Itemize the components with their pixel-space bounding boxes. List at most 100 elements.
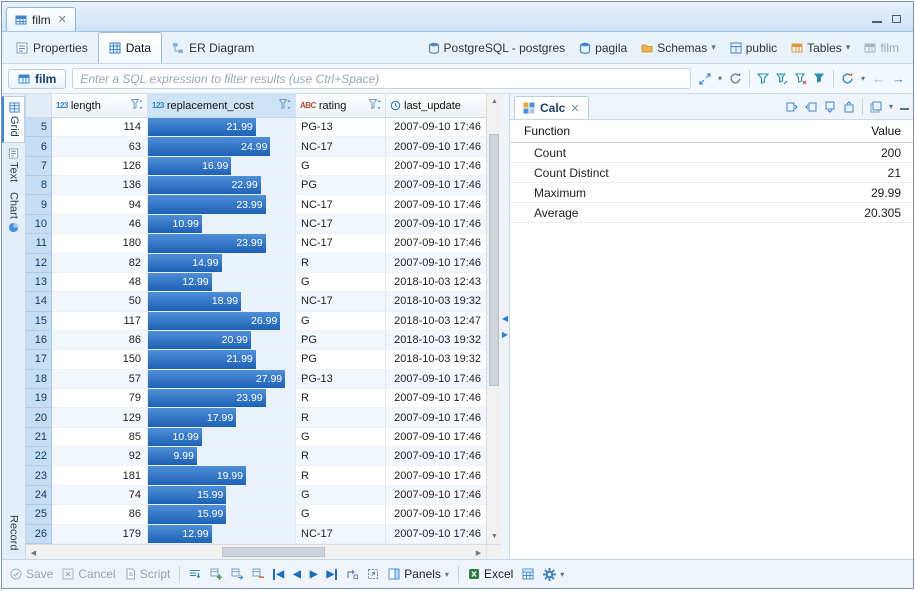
cell-rating[interactable]: G (296, 312, 386, 331)
cell-last-update[interactable]: 2007-09-10 17:46 (386, 370, 486, 389)
scroll-left-icon[interactable]: ◀ (26, 545, 41, 560)
cell-rating[interactable]: NC-17 (296, 195, 386, 214)
cell-rating[interactable]: NC-17 (296, 292, 386, 311)
cell-length[interactable]: 86 (52, 331, 148, 350)
script-button[interactable]: Script (125, 567, 171, 581)
chevron-down-icon[interactable]: ▾ (861, 74, 865, 83)
collapse-left-icon[interactable]: ◀ (502, 315, 508, 323)
cell-last-update[interactable]: 2018-10-03 12:47 (386, 312, 486, 331)
forward-arrow-icon[interactable]: → (892, 71, 905, 86)
cell-replacement-cost[interactable]: 23.99 (148, 234, 296, 253)
corner-header[interactable] (26, 94, 52, 117)
cell-last-update[interactable]: 2007-09-10 17:46 (386, 234, 486, 253)
cell-replacement-cost[interactable]: 18.99 (148, 292, 296, 311)
sort-filter-icon[interactable] (279, 99, 291, 113)
cell-length[interactable]: 48 (52, 273, 148, 292)
cell-rating[interactable]: R (296, 447, 386, 466)
chevron-down-icon[interactable]: ▾ (718, 74, 722, 83)
detach-panel-icon[interactable] (870, 101, 882, 113)
side-tab-chart[interactable]: Chart (2, 187, 25, 238)
cell-replacement-cost[interactable]: 19.99 (148, 466, 296, 485)
cell-replacement-cost[interactable]: 15.99 (148, 486, 296, 505)
row-number[interactable]: 23 (26, 466, 52, 485)
cell-length[interactable]: 180 (52, 234, 148, 253)
fetch-rows-icon[interactable] (189, 568, 201, 580)
row-number[interactable]: 26 (26, 525, 52, 544)
scroll-up-icon[interactable]: ▲ (487, 94, 502, 109)
cell-last-update[interactable]: 2007-09-10 17:46 (386, 137, 486, 156)
cell-replacement-cost[interactable]: 22.99 (148, 176, 296, 195)
breadcrumb-database[interactable]: pagila (579, 41, 627, 55)
cell-rating[interactable]: G (296, 157, 386, 176)
filter-edit-icon[interactable] (776, 73, 788, 85)
tab-calc[interactable]: Calc ✕ (514, 96, 589, 119)
row-number[interactable]: 5 (26, 118, 52, 137)
calc-row[interactable]: Count Distinct21 (510, 163, 913, 183)
column-header-rating[interactable]: ABC rating (296, 94, 386, 117)
breadcrumb-tables[interactable]: Tables ▾ (791, 41, 850, 55)
cell-replacement-cost[interactable]: 23.99 (148, 195, 296, 214)
settings-button[interactable]: ▾ (543, 568, 564, 581)
row-number[interactable]: 21 (26, 428, 52, 447)
cell-length[interactable]: 79 (52, 389, 148, 408)
horizontal-scroll-track[interactable] (41, 545, 471, 559)
maximize-icon[interactable] (892, 15, 901, 23)
scroll-right-icon[interactable]: ▶ (471, 545, 486, 560)
cell-length[interactable]: 179 (52, 525, 148, 544)
calc-row[interactable]: Average20.305 (510, 203, 913, 223)
row-number[interactable]: 7 (26, 157, 52, 176)
cell-replacement-cost[interactable]: 24.99 (148, 137, 296, 156)
panels-button[interactable]: Panels ▾ (388, 567, 449, 581)
row-number[interactable]: 9 (26, 195, 52, 214)
cell-rating[interactable]: G (296, 273, 386, 292)
tab-properties[interactable]: Properties (6, 34, 98, 62)
cell-last-update[interactable]: 2007-09-10 17:46 (386, 408, 486, 427)
row-number[interactable]: 15 (26, 312, 52, 331)
filter-remove-icon[interactable] (795, 73, 807, 85)
row-number[interactable]: 11 (26, 234, 52, 253)
cell-length[interactable]: 92 (52, 447, 148, 466)
cell-rating[interactable]: G (296, 486, 386, 505)
vertical-scroll-thumb[interactable] (489, 134, 499, 386)
last-record-button[interactable]: ▶ (327, 569, 338, 580)
cell-length[interactable]: 114 (52, 118, 148, 137)
breadcrumb-schemas[interactable]: Schemas ▾ (641, 41, 716, 55)
expand-results-icon[interactable] (699, 73, 711, 85)
row-number[interactable]: 24 (26, 486, 52, 505)
sort-filter-icon[interactable] (369, 99, 381, 113)
row-number[interactable]: 17 (26, 350, 52, 369)
row-number[interactable]: 18 (26, 370, 52, 389)
dock-bottom-icon[interactable] (824, 101, 836, 113)
duplicate-row-icon[interactable] (231, 568, 243, 580)
cell-rating[interactable]: NC-17 (296, 137, 386, 156)
cell-replacement-cost[interactable]: 10.99 (148, 215, 296, 234)
row-number[interactable]: 16 (26, 331, 52, 350)
tab-data[interactable]: Data (98, 32, 162, 63)
close-icon[interactable]: ✕ (570, 102, 579, 115)
cell-length[interactable]: 126 (52, 157, 148, 176)
cell-last-update[interactable]: 2018-10-03 19:32 (386, 331, 486, 350)
cancel-button[interactable]: Cancel (62, 567, 115, 581)
dock-top-icon[interactable] (843, 101, 855, 113)
cell-last-update[interactable]: 2007-09-10 17:46 (386, 447, 486, 466)
cell-last-update[interactable]: 2007-09-10 17:46 (386, 525, 486, 544)
cell-replacement-cost[interactable]: 27.99 (148, 370, 296, 389)
cell-last-update[interactable]: 2018-10-03 12:43 (386, 273, 486, 292)
cell-length[interactable]: 136 (52, 176, 148, 195)
cell-length[interactable]: 117 (52, 312, 148, 331)
refresh-icon[interactable] (729, 72, 742, 85)
cell-rating[interactable]: PG-13 (296, 370, 386, 389)
cell-replacement-cost[interactable]: 16.99 (148, 157, 296, 176)
cell-rating[interactable]: NC-17 (296, 525, 386, 544)
row-number[interactable]: 25 (26, 505, 52, 524)
view-menu-icon[interactable]: ▾ (889, 102, 893, 111)
sort-filter-icon[interactable] (131, 99, 143, 113)
cell-replacement-cost[interactable]: 12.99 (148, 273, 296, 292)
cell-last-update[interactable]: 2007-09-10 17:46 (386, 466, 486, 485)
delete-row-icon[interactable] (252, 568, 264, 580)
cell-last-update[interactable]: 2007-09-10 17:46 (386, 157, 486, 176)
row-number[interactable]: 22 (26, 447, 52, 466)
cell-rating[interactable]: G (296, 505, 386, 524)
cell-replacement-cost[interactable]: 23.99 (148, 389, 296, 408)
row-number[interactable]: 13 (26, 273, 52, 292)
